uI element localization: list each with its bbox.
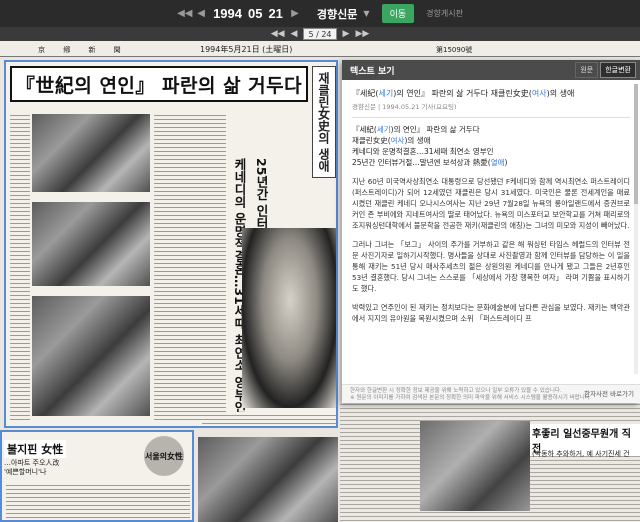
prev-date-arrow-icon[interactable]: ◀◀ (177, 8, 192, 19)
next-page-icon[interactable]: ▶ (343, 29, 350, 39)
hangul-convert-button[interactable]: 한글변환 (600, 62, 636, 78)
text-view-header: 텍스트 보기 원문 한글변환 (342, 60, 640, 80)
background-photo (420, 421, 530, 511)
year-value[interactable]: 1994 (213, 6, 242, 21)
last-page-icon[interactable]: ▶▶ (355, 29, 369, 39)
article-photo (32, 296, 150, 416)
masthead-left: 京 鄕 新 聞 (38, 46, 129, 54)
line-part: 재클린女史( (352, 136, 391, 145)
go-button[interactable]: 이동 (381, 4, 415, 23)
article-text-column (6, 482, 190, 520)
text-view-body[interactable]: 『세紀(세기)의 연인』 파란의 삶 거두다 재클린女史(여사)의 생애 경향신… (342, 80, 640, 385)
article-heading-lines: 『세紀(세기)의 연인』 파란의 삶 거두다 재클린女史(여사)의 생애 케네디… (352, 124, 630, 168)
article-meta: 경향신문 | 1994.05.21 기사(요요팅) (352, 103, 457, 111)
article-paragraph: 박력있고 연주인이 된 재키는 정치보다는 문화예술분에 남다른 관심을 보였다… (352, 303, 630, 323)
page-indicator[interactable]: 5 / 24 (303, 28, 337, 40)
prev-arrow-icon[interactable]: ◀ (195, 8, 207, 19)
heading-line: 케네디와 운명적결혼…31세때 최연소 영부인 (352, 147, 494, 156)
chevron-down-icon[interactable]: ▼ (363, 9, 369, 18)
line-part: ) (504, 158, 508, 167)
date-navigation-bar: ◀◀ ◀ 1994 05 21 ▶ 경향신문 ▼ 이동 경향게시판 (0, 0, 640, 27)
bottom-article-frame[interactable]: 불지핀 女性 …아파트 주오人改 '예쁜할머니'나 서울의女性 (0, 430, 194, 522)
line-part: )의 연인』 파란의 삶 거두다 (390, 125, 480, 134)
page-pager: ◀◀ ◀ 5 / 24 ▶ ▶▶ (0, 27, 640, 41)
bottom-left-line: '예쁜할머니'나 (4, 468, 47, 476)
title-part: 『세紀( (352, 89, 379, 98)
day-value[interactable]: 21 (268, 6, 282, 21)
line-part: 25년간 인터뷰거절…말년엔 보석상과 熱愛( (352, 158, 491, 167)
text-view-footer: 한자와 한글변환 시 정확한 정보 제공을 위해 노력하고 있으나 일부 오류가… (342, 384, 640, 403)
article-photo (32, 202, 150, 286)
prev-page-icon[interactable]: ◀ (291, 29, 298, 39)
month-value[interactable]: 05 (248, 6, 262, 21)
heading-line: 25년간 인터뷰거절…말년엔 보석상과 熱愛(열애) (352, 157, 630, 168)
board-link[interactable]: 경향게시판 (426, 8, 463, 19)
divider (352, 117, 630, 118)
selected-article-frame[interactable]: 『世紀의 연인』 파란의 삶 거두다 재클린女史의 생애 케네디의 운명적결혼…… (4, 60, 338, 428)
text-view-panel: 텍스트 보기 원문 한글변환 『세紀(세기)의 연인』 파란의 삶 거두다 재클… (342, 60, 640, 403)
scrollbar-thumb[interactable] (634, 84, 638, 204)
masthead: 京 鄕 新 聞 1994年5月21日 (土曜日) 第15090號 (0, 41, 640, 57)
line-highlight: 열애 (490, 158, 505, 167)
heading-line: 재클린女史(여사)의 생애 (352, 135, 630, 146)
section-badge: 서울의女性 (144, 436, 184, 476)
masthead-issue: 第15090號 (436, 46, 473, 54)
article-headline: 『世紀의 연인』 파란의 삶 거두다 (10, 66, 308, 102)
title-part: )의 연인』 파란의 삶 거두다 재클린女史( (393, 89, 532, 98)
line-part: )의 생애 (404, 136, 431, 145)
original-text-button[interactable]: 원문 (575, 62, 599, 78)
first-page-icon[interactable]: ◀◀ (271, 29, 285, 39)
article-vertical-subtitle: 재클린女史의 생애 (312, 66, 336, 178)
portrait-photo (242, 228, 336, 408)
article-photo (32, 114, 150, 192)
heading-line: 『세紀(세기)의 연인』 파란의 삶 거두다 (352, 124, 630, 135)
article-text-column (10, 112, 30, 420)
article-paragraph: 그러나 그녀는 「보그」 사이의 주가를 거부하고 같은 해 워싱턴 타임스 헤… (352, 240, 630, 293)
article-paragraph: 지난 60년 미국역사상최연소 대통령으로 당선됐던 F케네디와 함께 역시최연… (352, 177, 630, 230)
article-text-column (154, 112, 226, 420)
line-highlight: 세기 (376, 125, 391, 134)
masthead-date: 1994年5月21日 (土曜日) (200, 45, 293, 54)
line-part: 『세紀( (352, 125, 377, 134)
group-photo (198, 437, 338, 522)
bottom-right-subline: (박동하 추와하거, 예 사기진세 건 (532, 450, 630, 458)
bottom-left-headline: 불지핀 女性 (4, 440, 67, 458)
title-highlight: 여사 (531, 89, 547, 98)
hanja-dictionary-link[interactable]: 한자사전 바로가기 (584, 391, 634, 398)
next-arrow-icon[interactable]: ▶ (289, 8, 301, 19)
line-highlight: 여사 (390, 136, 405, 145)
article-text-column (202, 412, 336, 424)
newspaper-select[interactable]: 경향신문 (317, 6, 357, 22)
article-title: 『세紀(세기)의 연인』 파란의 삶 거두다 재클린女史(여사)의 생애 (352, 88, 630, 99)
text-view-title: 텍스트 보기 (350, 66, 395, 77)
title-part: )의 생애 (546, 89, 575, 98)
title-highlight: 세기 (378, 89, 394, 98)
